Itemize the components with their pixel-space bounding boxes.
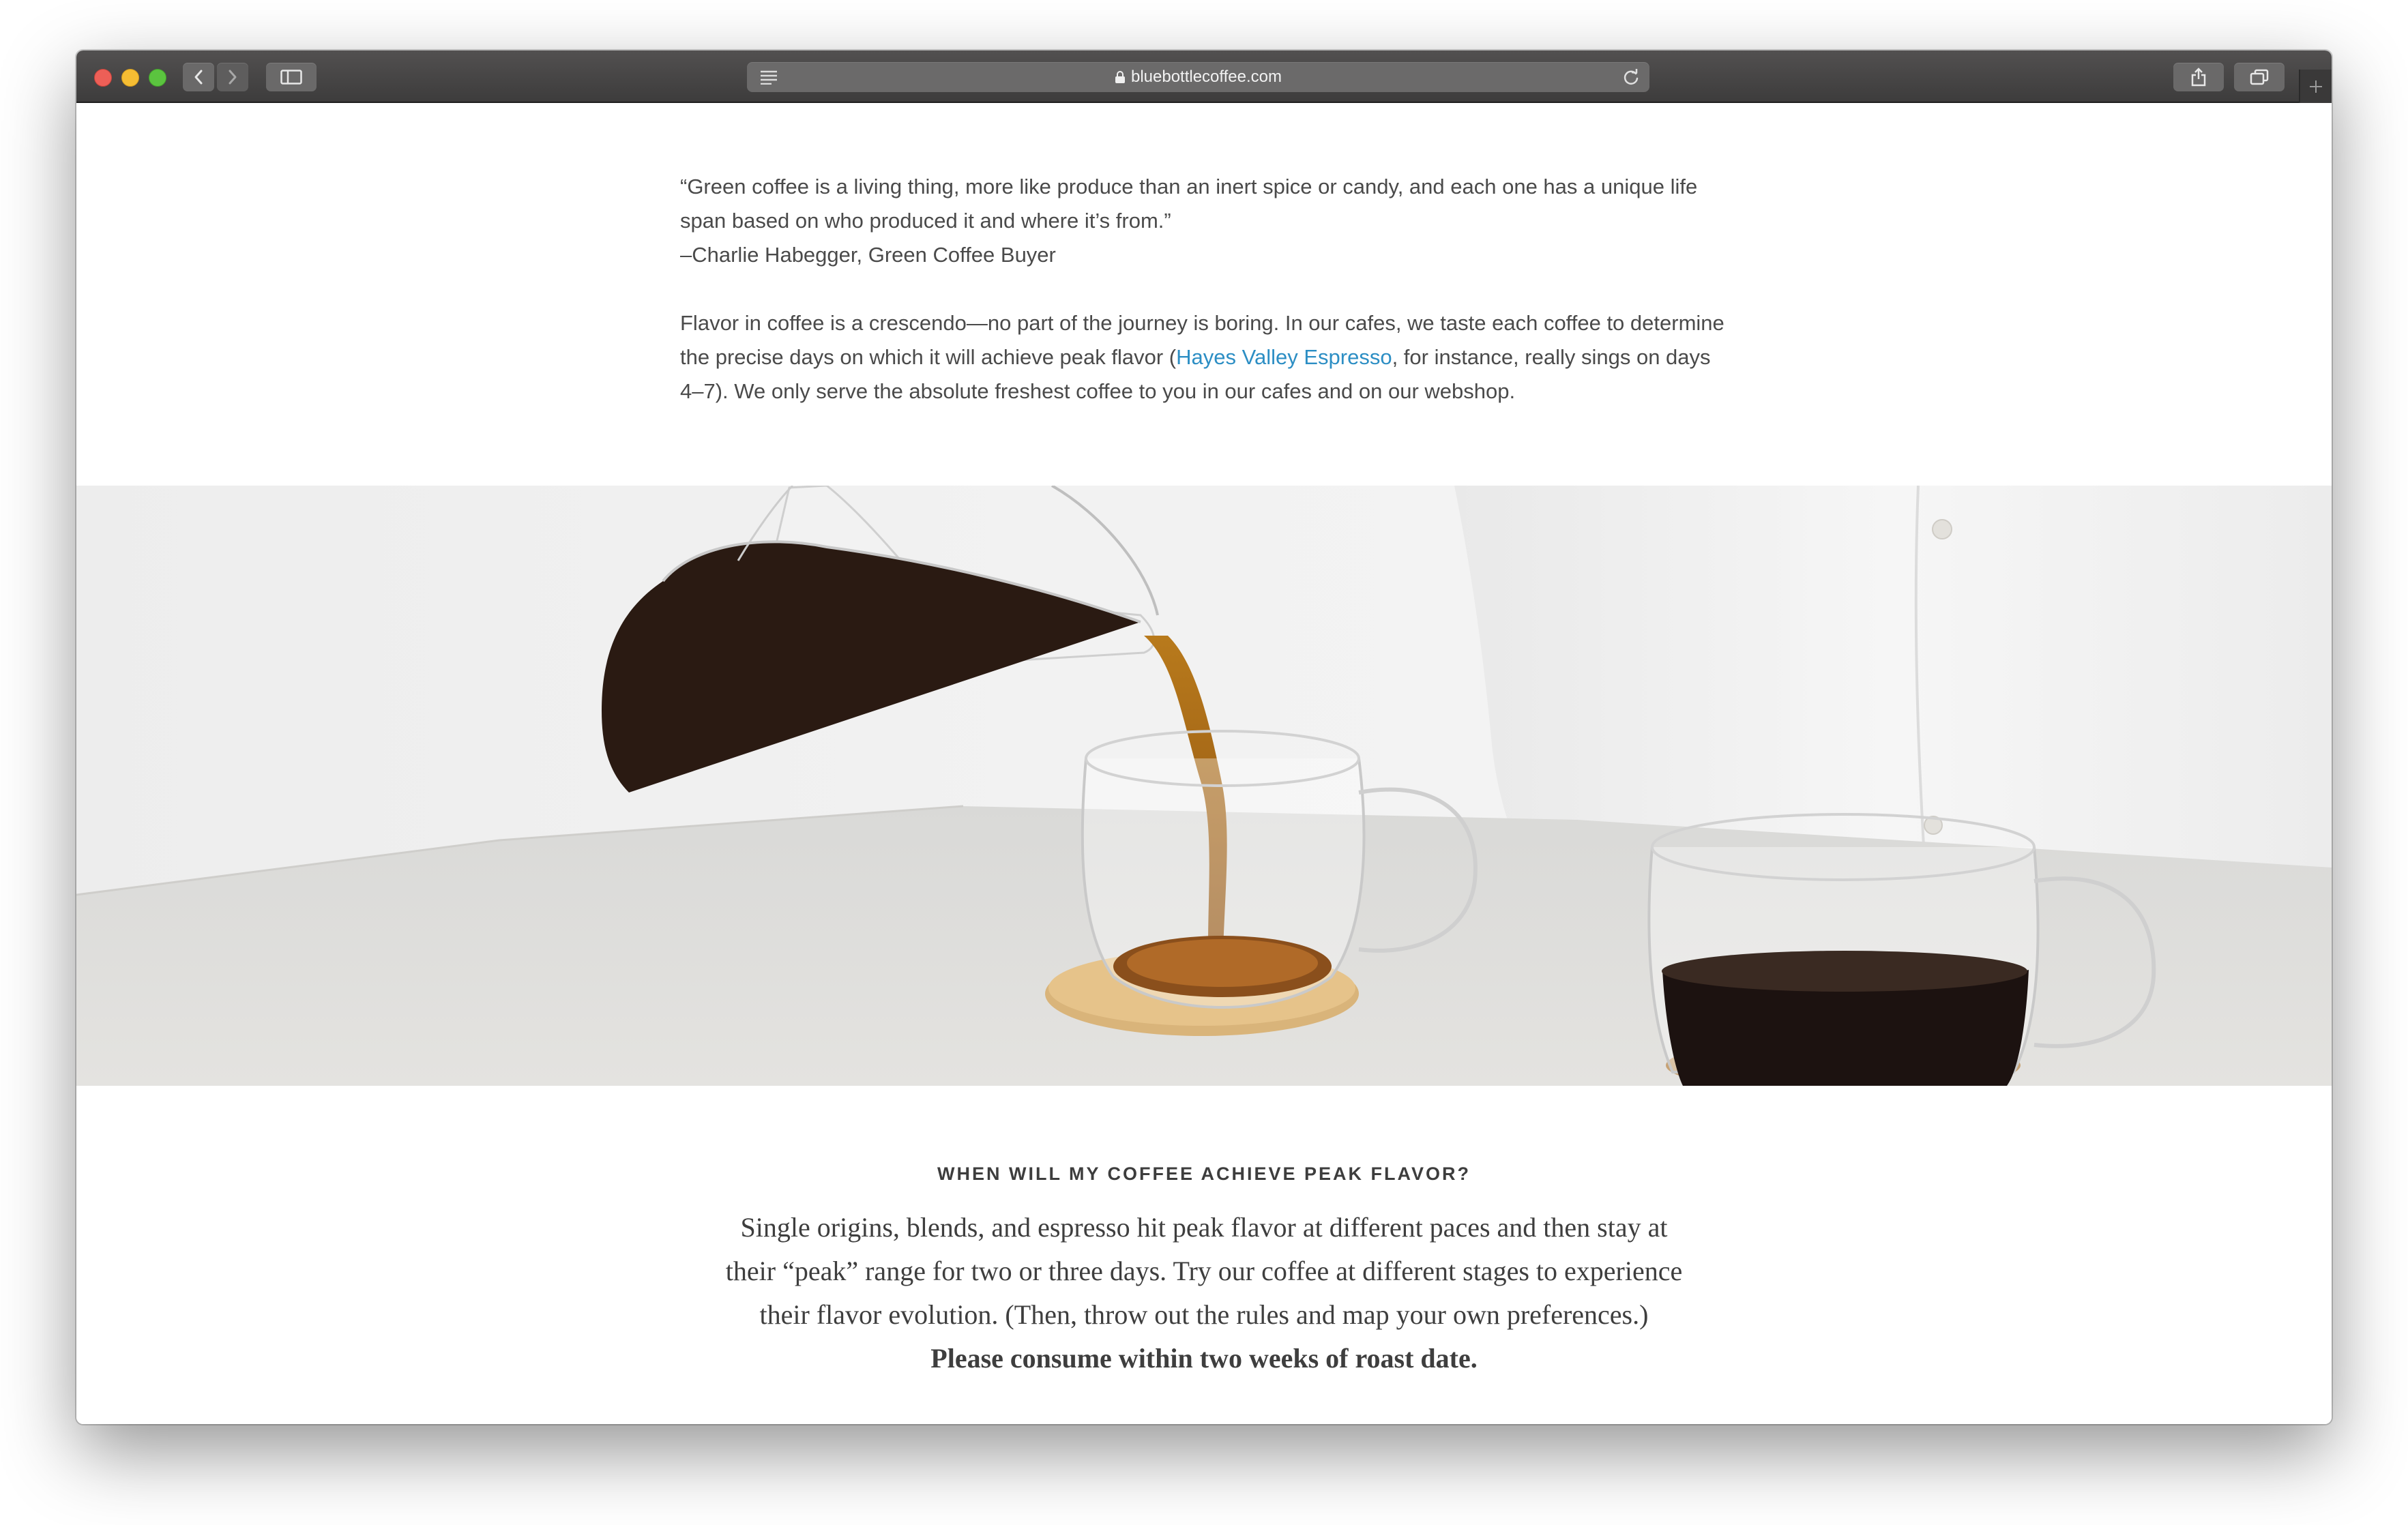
quote-text: “Green coffee is a living thing, more li… bbox=[680, 175, 1698, 233]
reload-icon[interactable] bbox=[1622, 68, 1640, 86]
roast-date-notice: Please consume within two weeks of roast… bbox=[930, 1343, 1478, 1374]
show-tabs-button[interactable] bbox=[2234, 63, 2285, 91]
sidebar-icon bbox=[280, 70, 302, 85]
url-display[interactable]: bluebottlecoffee.com bbox=[747, 62, 1649, 92]
coffee-pour-photo bbox=[76, 486, 2332, 1086]
article-text: “Green coffee is a living thing, more li… bbox=[680, 170, 1734, 409]
url-text: bluebottlecoffee.com bbox=[1130, 68, 1282, 86]
sidebar-button[interactable] bbox=[266, 63, 317, 91]
tabs-icon bbox=[2250, 69, 2269, 85]
new-tab-button[interactable] bbox=[2299, 70, 2332, 103]
maximize-window-button[interactable] bbox=[149, 69, 166, 87]
peak-text-line: their flavor evolution. (Then, throw out… bbox=[759, 1299, 1649, 1330]
quote-block: “Green coffee is a living thing, more li… bbox=[680, 170, 1734, 272]
flavor-paragraph: Flavor in coffee is a crescendo—no part … bbox=[680, 306, 1734, 409]
plus-icon bbox=[2310, 80, 2322, 93]
close-window-button[interactable] bbox=[94, 69, 112, 87]
peak-text-line: their “peak” range for two or three days… bbox=[725, 1256, 1683, 1286]
forward-button[interactable] bbox=[217, 63, 248, 91]
peak-flavor-heading: WHEN WILL MY COFFEE ACHIEVE PEAK FLAVOR? bbox=[937, 1164, 1471, 1184]
minimize-window-button[interactable] bbox=[121, 69, 139, 87]
peak-flavor-text: Single origins, blends, and espresso hit… bbox=[76, 1206, 2332, 1380]
chevron-left-icon bbox=[194, 70, 203, 85]
chevron-right-icon bbox=[229, 70, 237, 85]
share-icon bbox=[2191, 68, 2206, 87]
peak-text-line: Single origins, blends, and espresso hit… bbox=[740, 1212, 1668, 1243]
browser-toolbar: bluebottlecoffee.com bbox=[76, 50, 2332, 103]
address-bar[interactable]: bluebottlecoffee.com bbox=[747, 62, 1649, 92]
back-button[interactable] bbox=[183, 63, 214, 91]
hayes-valley-espresso-link[interactable]: Hayes Valley Espresso bbox=[1176, 345, 1392, 369]
web-page: “Green coffee is a living thing, more li… bbox=[76, 103, 2332, 1424]
browser-window: bluebottlecoffee.com “Green coffee is a … bbox=[76, 50, 2332, 1424]
quote-attribution: –Charlie Habegger, Green Coffee Buyer bbox=[680, 243, 1056, 267]
lock-icon bbox=[1115, 71, 1125, 83]
share-button[interactable] bbox=[2173, 63, 2224, 91]
